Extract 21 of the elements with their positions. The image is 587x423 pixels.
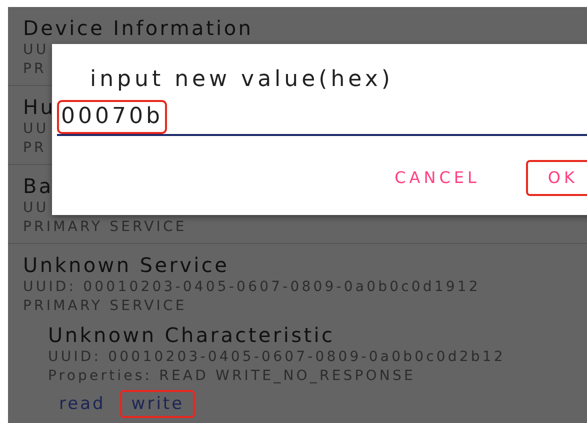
value-input[interactable]: 00070b (57, 100, 587, 136)
service-type: PR (23, 60, 46, 79)
characteristic-properties: Properties: READ WRITE_NO_RESPONSE (48, 367, 416, 386)
characteristic-uuid: UUID: 00010203-0405-0607-0809-0a0b0c0d2b12 (48, 348, 506, 367)
service-type: PRIMARY SERVICE (23, 218, 187, 237)
service-uuid: UU (23, 41, 49, 60)
dialog-title: input new value(hex) (89, 66, 394, 94)
service-uuid: UU (23, 199, 49, 218)
service-uuid: UU (23, 120, 49, 139)
dialog-button[interactable]: CANCEL (372, 160, 502, 196)
characteristic-title: Unknown Characteristic (48, 322, 335, 348)
action-button[interactable]: read (48, 390, 116, 418)
service-type: PRIMARY SERVICE (23, 297, 187, 316)
service-title: Ba (23, 173, 54, 199)
service-title: Device Information (23, 15, 254, 41)
dialog-button[interactable]: OK (526, 160, 587, 196)
highlighted-action-button[interactable]: write (120, 390, 196, 418)
service-uuid: UUID: 00010203-0405-0607-0809-0a0b0c0d1912 (23, 278, 480, 297)
service-title: Unknown Service (23, 252, 230, 278)
service-title: Hu (23, 94, 56, 120)
service-type: PR (23, 139, 46, 158)
